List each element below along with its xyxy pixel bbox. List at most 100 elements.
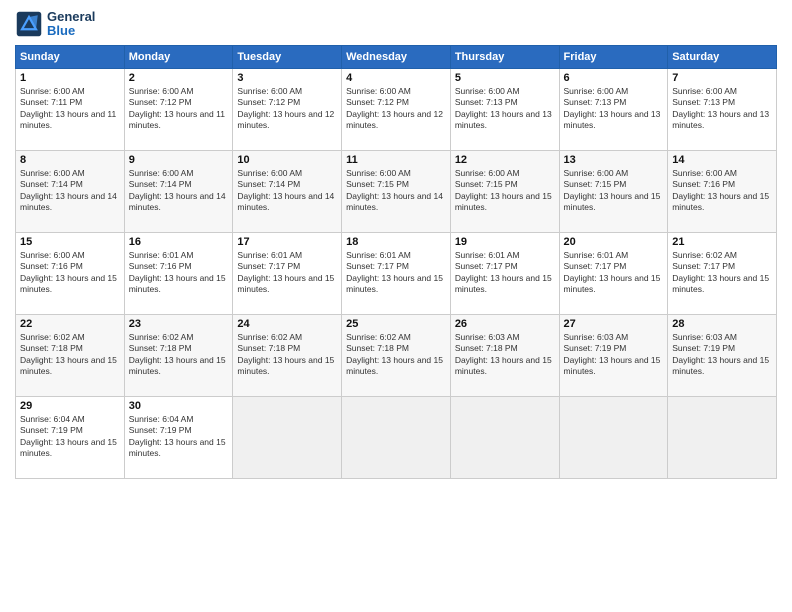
day-number: 4: [346, 72, 446, 84]
calendar-cell: [342, 396, 451, 478]
day-info: Sunrise: 6:03 AMSunset: 7:19 PMDaylight:…: [564, 332, 664, 378]
calendar-week-row: 15 Sunrise: 6:00 AMSunset: 7:16 PMDayligh…: [16, 232, 777, 314]
day-number: 30: [129, 400, 229, 412]
day-number: 27: [564, 318, 664, 330]
calendar-cell: 20Sunrise: 6:01 AMSunset: 7:17 PMDayligh…: [559, 232, 668, 314]
day-info: Sunrise: 6:00 AMSunset: 7:14 PMDaylight:…: [237, 168, 337, 214]
day-info: Sunrise: 6:04 AMSunset: 7:19 PMDaylight:…: [129, 414, 229, 460]
calendar-cell: 3 Sunrise: 6:00 AMSunset: 7:12 PMDaylight…: [233, 68, 342, 150]
calendar-cell: 1 Sunrise: 6:00 AMSunset: 7:11 PMDaylight…: [16, 68, 125, 150]
calendar-week-row: 29 Sunrise: 6:04 AMSunset: 7:19 PMDayligh…: [16, 396, 777, 478]
day-info: Sunrise: 6:01 AMSunset: 7:17 PMDaylight:…: [346, 250, 446, 296]
calendar-cell: 4 Sunrise: 6:00 AMSunset: 7:12 PMDaylight…: [342, 68, 451, 150]
day-number: 29: [20, 400, 120, 412]
calendar-cell: 7 Sunrise: 6:00 AMSunset: 7:13 PMDaylight…: [668, 68, 777, 150]
day-info: Sunrise: 6:01 AMSunset: 7:17 PMDaylight:…: [455, 250, 555, 296]
day-info: Sunrise: 6:02 AMSunset: 7:18 PMDaylight:…: [346, 332, 446, 378]
calendar-cell: 14 Sunrise: 6:00 AMSunset: 7:16 PMDayligh…: [668, 150, 777, 232]
day-info: Sunrise: 6:04 AMSunset: 7:19 PMDaylight:…: [20, 414, 120, 460]
day-number: 12: [455, 154, 555, 166]
calendar-cell: 21 Sunrise: 6:02 AMSunset: 7:17 PMDayligh…: [668, 232, 777, 314]
calendar-cell: [233, 396, 342, 478]
calendar-week-row: 22 Sunrise: 6:02 AMSunset: 7:18 PMDayligh…: [16, 314, 777, 396]
calendar-cell: 27 Sunrise: 6:03 AMSunset: 7:19 PMDayligh…: [559, 314, 668, 396]
day-number: 25: [346, 318, 446, 330]
calendar-cell: 17 Sunrise: 6:01 AMSunset: 7:17 PMDayligh…: [233, 232, 342, 314]
day-info: Sunrise: 6:00 AMSunset: 7:13 PMDaylight:…: [564, 86, 664, 132]
calendar-header-monday: Monday: [124, 45, 233, 68]
calendar-cell: 24 Sunrise: 6:02 AMSunset: 7:18 PMDayligh…: [233, 314, 342, 396]
calendar-cell: 9 Sunrise: 6:00 AMSunset: 7:14 PMDaylight…: [124, 150, 233, 232]
day-info: Sunrise: 6:00 AMSunset: 7:16 PMDaylight:…: [20, 250, 120, 296]
day-info: Sunrise: 6:00 AMSunset: 7:16 PMDaylight:…: [672, 168, 772, 214]
calendar-cell: 12 Sunrise: 6:00 AMSunset: 7:15 PMDayligh…: [450, 150, 559, 232]
day-number: 11: [346, 154, 446, 166]
day-number: 5: [455, 72, 555, 84]
day-number: 21: [672, 236, 772, 248]
day-number: 17: [237, 236, 337, 248]
day-info: Sunrise: 6:02 AMSunset: 7:18 PMDaylight:…: [237, 332, 337, 378]
day-info: Sunrise: 6:00 AMSunset: 7:11 PMDaylight:…: [20, 86, 120, 132]
day-number: 20: [564, 236, 664, 248]
logo: General Blue: [15, 10, 95, 39]
day-info: Sunrise: 6:03 AMSunset: 7:19 PMDaylight:…: [672, 332, 772, 378]
day-info: Sunrise: 6:01 AMSunset: 7:17 PMDaylight:…: [237, 250, 337, 296]
day-number: 19: [455, 236, 555, 248]
day-info: Sunrise: 6:00 AMSunset: 7:15 PMDaylight:…: [455, 168, 555, 214]
day-info: Sunrise: 6:02 AMSunset: 7:17 PMDaylight:…: [672, 250, 772, 296]
calendar-cell: 25 Sunrise: 6:02 AMSunset: 7:18 PMDayligh…: [342, 314, 451, 396]
logo-text: General Blue: [47, 10, 95, 39]
calendar-cell: 5 Sunrise: 6:00 AMSunset: 7:13 PMDaylight…: [450, 68, 559, 150]
calendar-cell: 15 Sunrise: 6:00 AMSunset: 7:16 PMDayligh…: [16, 232, 125, 314]
logo-icon: [15, 10, 43, 38]
calendar-cell: 18Sunrise: 6:01 AMSunset: 7:17 PMDayligh…: [342, 232, 451, 314]
day-number: 6: [564, 72, 664, 84]
calendar-cell: 26 Sunrise: 6:03 AMSunset: 7:18 PMDayligh…: [450, 314, 559, 396]
calendar-header-wednesday: Wednesday: [342, 45, 451, 68]
header: General Blue: [15, 10, 777, 39]
calendar-header-row: SundayMondayTuesdayWednesdayThursdayFrid…: [16, 45, 777, 68]
day-info: Sunrise: 6:00 AMSunset: 7:14 PMDaylight:…: [129, 168, 229, 214]
calendar-header-tuesday: Tuesday: [233, 45, 342, 68]
calendar-cell: 8Sunrise: 6:00 AMSunset: 7:14 PMDaylight…: [16, 150, 125, 232]
day-info: Sunrise: 6:00 AMSunset: 7:12 PMDaylight:…: [346, 86, 446, 132]
calendar-cell: 22 Sunrise: 6:02 AMSunset: 7:18 PMDayligh…: [16, 314, 125, 396]
calendar-cell: 23 Sunrise: 6:02 AMSunset: 7:18 PMDayligh…: [124, 314, 233, 396]
calendar-cell: 6 Sunrise: 6:00 AMSunset: 7:13 PMDaylight…: [559, 68, 668, 150]
day-number: 15: [20, 236, 120, 248]
day-number: 2: [129, 72, 229, 84]
day-number: 8: [20, 154, 120, 166]
day-number: 1: [20, 72, 120, 84]
day-number: 3: [237, 72, 337, 84]
day-number: 22: [20, 318, 120, 330]
day-info: Sunrise: 6:00 AMSunset: 7:13 PMDaylight:…: [455, 86, 555, 132]
day-number: 26: [455, 318, 555, 330]
day-info: Sunrise: 6:00 AMSunset: 7:15 PMDaylight:…: [346, 168, 446, 214]
day-info: Sunrise: 6:00 AMSunset: 7:12 PMDaylight:…: [129, 86, 229, 132]
calendar-cell: [559, 396, 668, 478]
calendar-table: SundayMondayTuesdayWednesdayThursdayFrid…: [15, 45, 777, 479]
day-number: 9: [129, 154, 229, 166]
calendar-cell: 10Sunrise: 6:00 AMSunset: 7:14 PMDayligh…: [233, 150, 342, 232]
day-number: 28: [672, 318, 772, 330]
calendar-cell: 13Sunrise: 6:00 AMSunset: 7:15 PMDayligh…: [559, 150, 668, 232]
day-info: Sunrise: 6:03 AMSunset: 7:18 PMDaylight:…: [455, 332, 555, 378]
day-number: 7: [672, 72, 772, 84]
calendar-cell: 16Sunrise: 6:01 AMSunset: 7:16 PMDayligh…: [124, 232, 233, 314]
page: General Blue SundayMondayTuesdayWednesda…: [0, 0, 792, 612]
day-number: 14: [672, 154, 772, 166]
day-info: Sunrise: 6:00 AMSunset: 7:13 PMDaylight:…: [672, 86, 772, 132]
day-info: Sunrise: 6:02 AMSunset: 7:18 PMDaylight:…: [20, 332, 120, 378]
day-number: 23: [129, 318, 229, 330]
calendar-cell: [668, 396, 777, 478]
calendar-cell: 11 Sunrise: 6:00 AMSunset: 7:15 PMDayligh…: [342, 150, 451, 232]
day-info: Sunrise: 6:00 AMSunset: 7:15 PMDaylight:…: [564, 168, 664, 214]
day-number: 16: [129, 236, 229, 248]
calendar-cell: 19 Sunrise: 6:01 AMSunset: 7:17 PMDayligh…: [450, 232, 559, 314]
calendar-week-row: 1 Sunrise: 6:00 AMSunset: 7:11 PMDaylight…: [16, 68, 777, 150]
day-info: Sunrise: 6:02 AMSunset: 7:18 PMDaylight:…: [129, 332, 229, 378]
calendar-cell: 28 Sunrise: 6:03 AMSunset: 7:19 PMDayligh…: [668, 314, 777, 396]
day-number: 24: [237, 318, 337, 330]
calendar-header-thursday: Thursday: [450, 45, 559, 68]
day-info: Sunrise: 6:00 AMSunset: 7:12 PMDaylight:…: [237, 86, 337, 132]
